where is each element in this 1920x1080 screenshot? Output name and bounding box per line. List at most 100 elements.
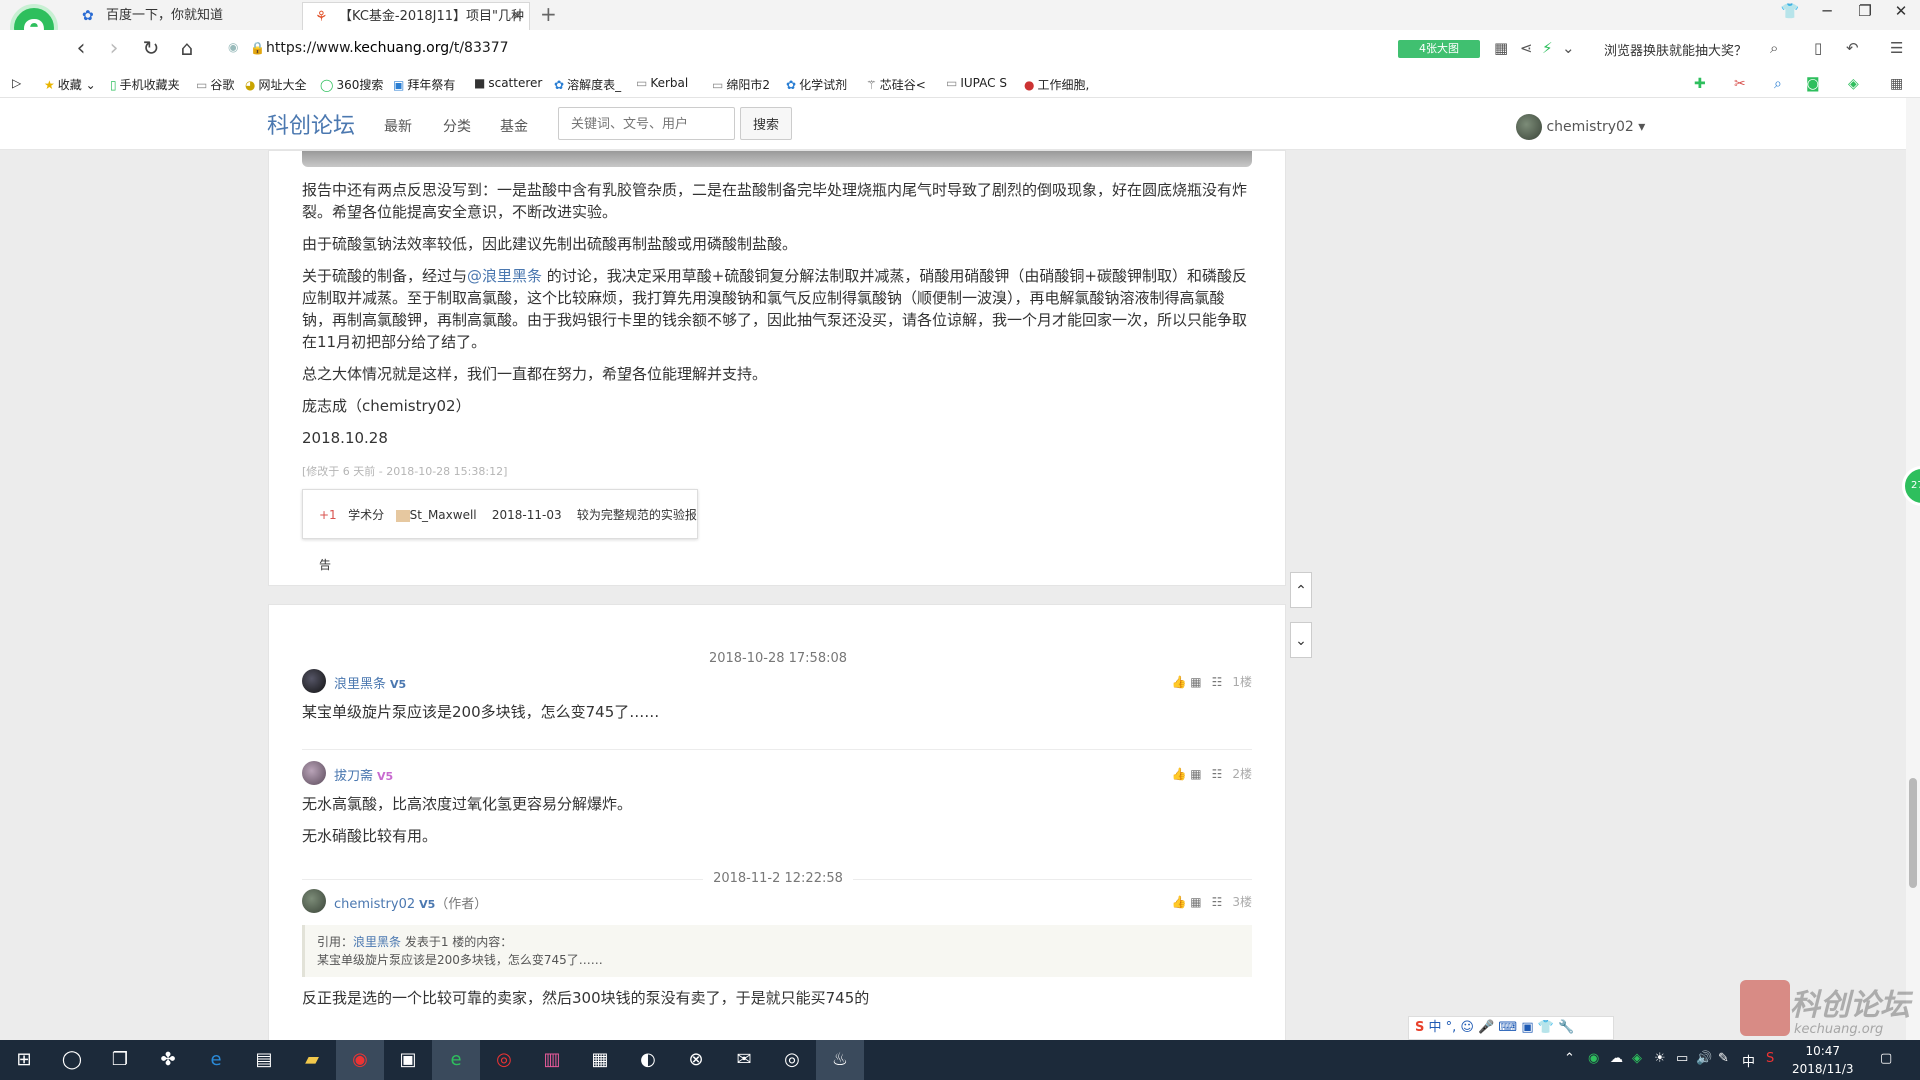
app-icon[interactable]: ▤ bbox=[240, 1040, 288, 1080]
close-window-button[interactable]: ✕ bbox=[1886, 2, 1916, 20]
browser-icon[interactable]: e bbox=[432, 1040, 480, 1080]
reply-username[interactable]: chemistry02 V5（作者） bbox=[334, 893, 487, 912]
nav-fund[interactable]: 基金 bbox=[500, 116, 528, 136]
tray-app-icon[interactable]: ◉ bbox=[1588, 1051, 1599, 1066]
tray-app-icon[interactable]: ◈ bbox=[1632, 1051, 1642, 1066]
network-icon[interactable]: ▭ bbox=[1676, 1051, 1688, 1066]
bookmark-item[interactable]: ▯ 手机收藏夹 bbox=[110, 76, 180, 93]
edge-icon[interactable]: e bbox=[192, 1040, 240, 1080]
like-icon[interactable]: 👍 ▦ bbox=[1172, 895, 1202, 909]
nav-latest[interactable]: 最新 bbox=[384, 116, 412, 136]
app-icon[interactable]: ✤ bbox=[144, 1040, 192, 1080]
lightning-icon[interactable]: ⚡ bbox=[1542, 39, 1553, 57]
chevron-down-icon[interactable]: ⌄ bbox=[1562, 39, 1575, 57]
reply-username[interactable]: 拔刀斋 V5 bbox=[334, 765, 393, 784]
recorder-icon[interactable]: ◉ bbox=[336, 1040, 384, 1080]
mention-link[interactable]: @浪里黑条 bbox=[467, 267, 542, 285]
search-icon[interactable]: ◯ bbox=[48, 1040, 96, 1080]
promo-link[interactable]: 浏览器换肤就能抽大奖？ bbox=[1604, 40, 1747, 59]
netease-music-icon[interactable]: ◎ bbox=[480, 1040, 528, 1080]
calculator-icon[interactable]: ▦ bbox=[576, 1040, 624, 1080]
search-input[interactable] bbox=[558, 107, 735, 140]
avatar[interactable] bbox=[302, 669, 326, 693]
extension-game-icon[interactable]: ◙ bbox=[1806, 76, 1820, 92]
bookmark-item[interactable]: ▭ 绵阳市2 bbox=[712, 76, 770, 93]
page-scrollbar[interactable] bbox=[1906, 98, 1920, 1040]
ime-lang-indicator[interactable]: 中 bbox=[1742, 1051, 1755, 1070]
bookmark-item[interactable]: ◕ 网址大全 bbox=[245, 76, 307, 93]
sidebar-toggle-icon[interactable]: ▷ bbox=[12, 76, 21, 90]
bookmark-item[interactable]: ▭ IUPAC S bbox=[946, 76, 1007, 90]
clock[interactable]: 10:47 2018/11/3 bbox=[1792, 1042, 1854, 1078]
like-icon[interactable]: 👍 ▦ bbox=[1172, 767, 1202, 781]
user-menu[interactable]: chemistry02 ▾ bbox=[1516, 114, 1645, 140]
bookmark-item[interactable]: ▭ Kerbal bbox=[636, 76, 688, 90]
store-icon[interactable]: ▣ bbox=[384, 1040, 432, 1080]
app-icon[interactable]: ◎ bbox=[768, 1040, 816, 1080]
mail-icon[interactable]: ✉ bbox=[720, 1040, 768, 1080]
forward-button[interactable]: › bbox=[101, 36, 127, 61]
bookmark-item[interactable]: ■ scatterer bbox=[474, 76, 542, 90]
bookmark-item[interactable]: ▣ 拜年祭有 bbox=[393, 76, 455, 93]
home-button[interactable]: ⌂ bbox=[174, 36, 200, 60]
notification-icon[interactable]: ▢ bbox=[1880, 1051, 1892, 1066]
menu-icon[interactable]: ☰ bbox=[1890, 39, 1903, 57]
minimize-button[interactable]: ─ bbox=[1812, 2, 1842, 20]
bookmark-item[interactable]: ● 工作细胞, bbox=[1024, 76, 1089, 93]
site-info-icon[interactable]: ◉ bbox=[228, 40, 238, 54]
volume-icon[interactable]: 🔊 bbox=[1696, 1051, 1712, 1066]
bookmark-item[interactable]: ✿ 溶解度表_ bbox=[554, 76, 621, 93]
windows-start-icon[interactable]: ⊞ bbox=[0, 1040, 48, 1080]
extension-add-icon[interactable]: ✚ bbox=[1694, 76, 1706, 92]
bookmark-item[interactable]: ▭ 谷歌 bbox=[196, 76, 234, 93]
reply-username[interactable]: 浪里黑条 V5 bbox=[334, 673, 406, 692]
bookmark-item[interactable]: ✿ 化学试剂 bbox=[786, 76, 847, 93]
search-icon[interactable]: ⌕ bbox=[1770, 39, 1778, 57]
bookmark-item[interactable]: ⚚ 芯硅谷< bbox=[866, 76, 926, 93]
tray-chevron-icon[interactable]: ⌃ bbox=[1564, 1051, 1575, 1066]
nav-categories[interactable]: 分类 bbox=[443, 116, 471, 136]
scrollbar-thumb[interactable] bbox=[1909, 778, 1917, 888]
grader-name[interactable]: St_Maxwell bbox=[410, 508, 477, 522]
back-button[interactable]: ‹ bbox=[68, 36, 94, 61]
url-text[interactable]: https://www.kechuang.org/t/83377 bbox=[266, 40, 509, 56]
tab-baidu[interactable]: ✿ 百度一下，你就知道 bbox=[70, 2, 300, 30]
close-tab-icon[interactable]: ✕ bbox=[512, 3, 523, 30]
tray-app-icon[interactable]: ☀ bbox=[1654, 1051, 1666, 1066]
tab-kechuang[interactable]: ⚘ 【KC基金-2018J11】项目"几种 ✕ bbox=[302, 2, 530, 30]
extension-search-icon[interactable]: ⌕ bbox=[1774, 76, 1782, 92]
options-icon[interactable]: ☷ bbox=[1212, 675, 1223, 689]
xbox-icon[interactable]: ⊗ bbox=[672, 1040, 720, 1080]
bookmark-panel-icon[interactable]: ▯ bbox=[1814, 39, 1822, 57]
ime-toolbar[interactable]: S 中 °, ☺ 🎤 ⌨ ▣ 👕 🔧 bbox=[1408, 1016, 1614, 1040]
floating-badge[interactable]: 27 bbox=[1902, 466, 1920, 506]
steam-icon[interactable]: ♨ bbox=[816, 1040, 864, 1080]
sogou-icon[interactable]: S bbox=[1766, 1051, 1774, 1066]
reader-icon[interactable]: ▦ bbox=[1494, 39, 1508, 57]
like-icon[interactable]: 👍 ▦ bbox=[1172, 675, 1202, 689]
avatar[interactable] bbox=[302, 761, 326, 785]
options-icon[interactable]: ☷ bbox=[1212, 767, 1223, 781]
share-icon[interactable]: ⋖ bbox=[1520, 39, 1533, 57]
extension-grid-icon[interactable]: ▦ bbox=[1890, 76, 1903, 92]
extension-cut-icon[interactable]: ✂ bbox=[1734, 76, 1746, 92]
options-icon[interactable]: ☷ bbox=[1212, 895, 1223, 909]
extension-shield-icon[interactable]: ◈ bbox=[1848, 76, 1859, 92]
app-icon[interactable]: ◐ bbox=[624, 1040, 672, 1080]
pen-icon[interactable]: ✎ bbox=[1718, 1051, 1729, 1066]
scroll-up-button[interactable]: ⌃ bbox=[1290, 572, 1312, 608]
skin-icon[interactable]: 👕 bbox=[1775, 2, 1805, 20]
undo-icon[interactable]: ↶ bbox=[1846, 39, 1859, 57]
scroll-down-button[interactable]: ⌄ bbox=[1290, 622, 1312, 658]
file-explorer-icon[interactable]: ▰ bbox=[288, 1040, 336, 1080]
task-view-icon[interactable]: ❐ bbox=[96, 1040, 144, 1080]
address-bar[interactable]: ◉ 🔒 https://www.kechuang.org/t/83377 bbox=[222, 36, 1482, 62]
avatar[interactable] bbox=[302, 889, 326, 913]
search-button[interactable]: 搜索 bbox=[740, 107, 792, 140]
quote-user[interactable]: 浪里黑条 bbox=[353, 935, 401, 949]
reload-button[interactable]: ↻ bbox=[138, 36, 164, 60]
restore-button[interactable]: ❐ bbox=[1850, 2, 1880, 20]
new-tab-button[interactable]: + bbox=[540, 2, 557, 26]
bookmark-item[interactable]: ★ 收藏 ⌄ bbox=[44, 76, 96, 93]
site-title[interactable]: 科创论坛 bbox=[267, 108, 355, 140]
